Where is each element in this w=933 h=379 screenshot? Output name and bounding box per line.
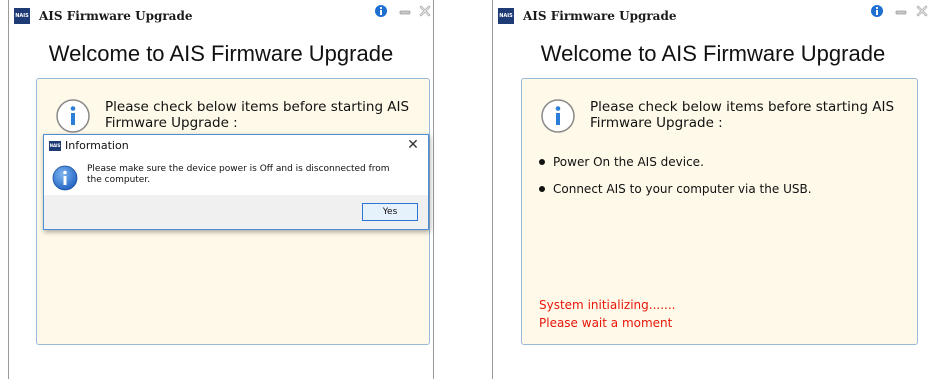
dialog-close-icon[interactable]: ✕: [406, 137, 420, 153]
window-title: AIS Firmware Upgrade: [39, 9, 193, 23]
close-icon[interactable]: [914, 3, 930, 19]
firmware-upgrade-window-left: NAIS AIS Firmware Upgrade Welcome to AIS…: [8, 0, 434, 379]
title-bar: NAIS AIS Firmware Upgrade: [9, 0, 433, 34]
app-logo: NAIS: [14, 8, 30, 24]
information-dialog: NAIS Information ✕ Please make sure the …: [43, 134, 429, 230]
window-title: AIS Firmware Upgrade: [523, 9, 677, 23]
checklist-item-text: Power On the AIS device.: [553, 155, 704, 169]
check-instructions: Please check below items before starting…: [105, 99, 410, 131]
dialog-message: Please make sure the device power is Off…: [87, 164, 390, 185]
info-icon[interactable]: [869, 3, 885, 19]
title-bar: NAIS AIS Firmware Upgrade: [493, 0, 933, 34]
app-logo: NAIS: [498, 8, 514, 24]
dialog-title: Information: [65, 139, 129, 152]
dialog-app-logo: NAIS: [49, 141, 61, 151]
info-icon: [56, 99, 90, 133]
checklist-item-text: Connect AIS to your computer via the USB…: [553, 182, 812, 196]
bullet-icon: [539, 158, 545, 165]
checklist-item: Connect AIS to your computer via the USB…: [539, 182, 812, 196]
welcome-heading: Welcome to AIS Firmware Upgrade: [48, 41, 394, 66]
dialog-footer: Yes: [44, 195, 428, 229]
bullet-icon: [539, 185, 545, 192]
info-icon: [52, 165, 78, 191]
checklist-item: Power On the AIS device.: [539, 155, 704, 169]
status-initializing: System initializing.......: [539, 298, 676, 312]
info-icon[interactable]: [373, 3, 389, 19]
close-icon[interactable]: [417, 3, 433, 19]
minimize-icon[interactable]: [397, 3, 413, 19]
instructions-panel: Please check below items before starting…: [521, 78, 918, 345]
welcome-heading: Welcome to AIS Firmware Upgrade: [540, 41, 886, 66]
status-wait: Please wait a moment: [539, 316, 673, 330]
dialog-title-bar: NAIS Information ✕: [44, 135, 428, 157]
info-icon: [541, 99, 575, 133]
yes-button[interactable]: Yes: [362, 203, 418, 221]
firmware-upgrade-window-right: NAIS AIS Firmware Upgrade Welcome to AIS…: [492, 0, 933, 379]
check-instructions: Please check below items before starting…: [590, 99, 895, 131]
minimize-icon[interactable]: [893, 3, 909, 19]
